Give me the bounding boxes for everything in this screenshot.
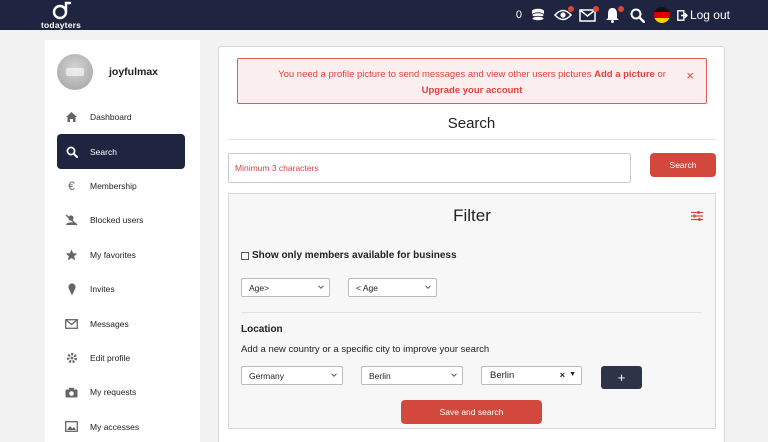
add-picture-link[interactable]: Add a picture xyxy=(594,69,655,80)
country-select[interactable]: Germany xyxy=(241,366,343,385)
location-title: Location xyxy=(241,324,283,335)
sidebar-item-label: Dashboard xyxy=(90,112,132,123)
sidebar-item-blocked-users[interactable]: Blocked users xyxy=(57,203,185,237)
search-button[interactable]: Search xyxy=(650,153,716,177)
age-min-value: Age> xyxy=(249,282,270,293)
profile-summary: joyfulmax xyxy=(57,54,158,90)
eye-icon[interactable] xyxy=(553,6,574,24)
clear-icon[interactable]: × xyxy=(560,370,565,380)
search-input[interactable] xyxy=(228,153,631,183)
coins-icon[interactable] xyxy=(529,6,547,24)
selected-city-select[interactable]: Berlin × ▼ xyxy=(481,366,582,385)
business-filter[interactable]: Show only members available for business xyxy=(241,250,457,261)
notification-dot xyxy=(567,6,574,12)
sidebar-item-label: My accesses xyxy=(90,421,140,432)
alert-or: or xyxy=(657,69,666,80)
sidebar-item-messages[interactable]: Messages xyxy=(57,306,185,340)
camera-icon xyxy=(65,386,78,399)
country-value: Germany xyxy=(249,370,284,381)
age-min-select[interactable]: Age> xyxy=(241,278,330,297)
ice-cream-icon xyxy=(65,283,78,296)
blocked-user-icon xyxy=(65,214,78,227)
search-icon xyxy=(65,145,78,158)
upgrade-account-link[interactable]: Upgrade your account xyxy=(422,85,523,96)
images-icon xyxy=(65,420,78,433)
add-location-button[interactable]: + xyxy=(601,366,642,389)
coin-count: 0 xyxy=(515,9,522,21)
sidebar-item-invites[interactable]: Invites xyxy=(57,272,185,306)
location-description: Add a new country or a specific city to … xyxy=(241,344,490,355)
city-select[interactable]: Berlin xyxy=(361,366,463,385)
top-navbar: todayters 0 Log out xyxy=(0,0,768,30)
sidebar-item-label: Blocked users xyxy=(90,215,144,226)
brand-logo[interactable]: todayters xyxy=(41,1,85,30)
logo-icon xyxy=(52,1,72,20)
logout-icon xyxy=(677,9,688,21)
username: joyfulmax xyxy=(109,66,159,78)
sidebar-item-my-accesses[interactable]: My accesses xyxy=(57,410,185,442)
mail-icon[interactable] xyxy=(579,6,599,24)
notification-dot xyxy=(592,6,599,12)
business-checkbox[interactable] xyxy=(241,251,249,260)
filter-panel: Filter Show only members available for b… xyxy=(228,193,716,429)
sidebar-item-label: Edit profile xyxy=(90,352,131,363)
chevron-down-icon xyxy=(318,285,324,289)
sliders-icon[interactable] xyxy=(691,210,703,222)
age-max-select[interactable]: < Age xyxy=(348,278,437,297)
gear-icon xyxy=(65,351,78,364)
business-label: Show only members available for business xyxy=(252,250,457,261)
sidebar-item-my-requests[interactable]: My requests xyxy=(57,375,185,409)
sidebar-item-dashboard[interactable]: Dashboard xyxy=(57,100,185,134)
sidebar-item-label: Messages xyxy=(90,318,129,329)
sidebar-item-label: My requests xyxy=(90,387,137,398)
alert-text: You need a profile picture to send messa… xyxy=(278,69,592,80)
notification-dot xyxy=(617,6,624,12)
age-max-value: < Age xyxy=(356,282,378,293)
sidebar-item-label: Search xyxy=(90,146,117,157)
german-flag-icon[interactable] xyxy=(653,7,670,23)
sidebar-item-label: Membership xyxy=(90,180,137,191)
logout-label: Log out xyxy=(689,8,730,22)
selected-city-value: Berlin xyxy=(490,370,515,381)
home-icon xyxy=(65,111,78,124)
divider xyxy=(227,139,717,140)
divider xyxy=(241,312,701,313)
sidebar-item-search[interactable]: Search xyxy=(57,134,185,169)
star-icon xyxy=(65,248,78,261)
sidebar-item-label: My favorites xyxy=(90,249,136,260)
chevron-down-icon xyxy=(451,373,457,377)
city-value: Berlin xyxy=(369,370,391,381)
chevron-down-icon xyxy=(425,285,431,289)
dropdown-arrow-icon[interactable]: ▼ xyxy=(569,371,576,378)
save-and-search-button[interactable]: Save and search xyxy=(401,400,542,424)
chevron-down-icon xyxy=(331,373,337,377)
avatar[interactable] xyxy=(57,54,93,90)
filter-title: Filter xyxy=(453,206,491,225)
sidebar-item-my-favorites[interactable]: My favorites xyxy=(57,238,185,272)
close-icon[interactable]: × xyxy=(686,68,694,84)
brand-name: todayters xyxy=(41,20,82,30)
main-panel: You need a profile picture to send messa… xyxy=(218,46,725,442)
profile-picture-alert: You need a profile picture to send messa… xyxy=(237,58,707,104)
euro-icon: € xyxy=(68,178,75,193)
search-icon[interactable] xyxy=(629,6,647,24)
bell-icon[interactable] xyxy=(604,6,624,24)
sidebar-menu: Dashboard Search € Membership Blocked us… xyxy=(57,100,185,442)
sidebar: joyfulmax Dashboard Search € Membership … xyxy=(45,40,200,442)
envelope-icon xyxy=(65,317,78,330)
sidebar-item-edit-profile[interactable]: Edit profile xyxy=(57,341,185,375)
logout-button[interactable]: Log out xyxy=(677,8,730,22)
sidebar-item-membership[interactable]: € Membership xyxy=(57,169,185,203)
page-title: Search xyxy=(447,115,496,132)
sidebar-item-label: Invites xyxy=(90,284,115,295)
